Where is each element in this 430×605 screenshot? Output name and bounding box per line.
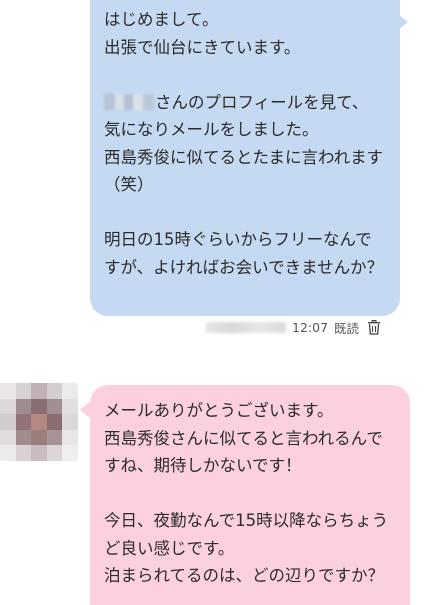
redacted-date: [206, 321, 286, 333]
incoming-message-bubble[interactable]: メールありがとうございます。 西島秀俊さんに似てると言われるんですね、期待しかな…: [90, 385, 410, 605]
outgoing-message-text: はじめまして。 出張で仙台にきています。 さんのプロフィールを見て、 気になりメ…: [104, 6, 386, 281]
outgoing-message-bubble[interactable]: はじめまして。 出張で仙台にきています。 さんのプロフィールを見て、 気になりメ…: [90, 0, 400, 316]
read-status: 既読: [334, 320, 360, 336]
outgoing-text-part-2: 気になりメールをしました。 西島秀俊に似てるとたまに言われます（笑） 明日の15…: [104, 120, 384, 277]
sender-avatar[interactable]: [0, 383, 78, 461]
incoming-bubble-tail: [80, 402, 90, 418]
chat-thread: はじめまして。 出張で仙台にきています。 さんのプロフィールを見て、 気になりメ…: [0, 0, 430, 605]
outgoing-text-name-suffix: さんのプロフィールを見て、: [155, 92, 369, 112]
message-time: 12:07: [292, 319, 329, 335]
trash-icon[interactable]: [367, 319, 381, 335]
incoming-message-text: メールありがとうございます。 西島秀俊さんに似てると言われるんですね、期待しかな…: [104, 401, 389, 585]
redacted-name: [104, 93, 154, 110]
outgoing-bubble-tail: [398, 14, 408, 30]
message-meta: 12:07 既読: [206, 318, 381, 336]
outgoing-text-part-1: はじめまして。 出張で仙台にきています。: [104, 10, 301, 57]
